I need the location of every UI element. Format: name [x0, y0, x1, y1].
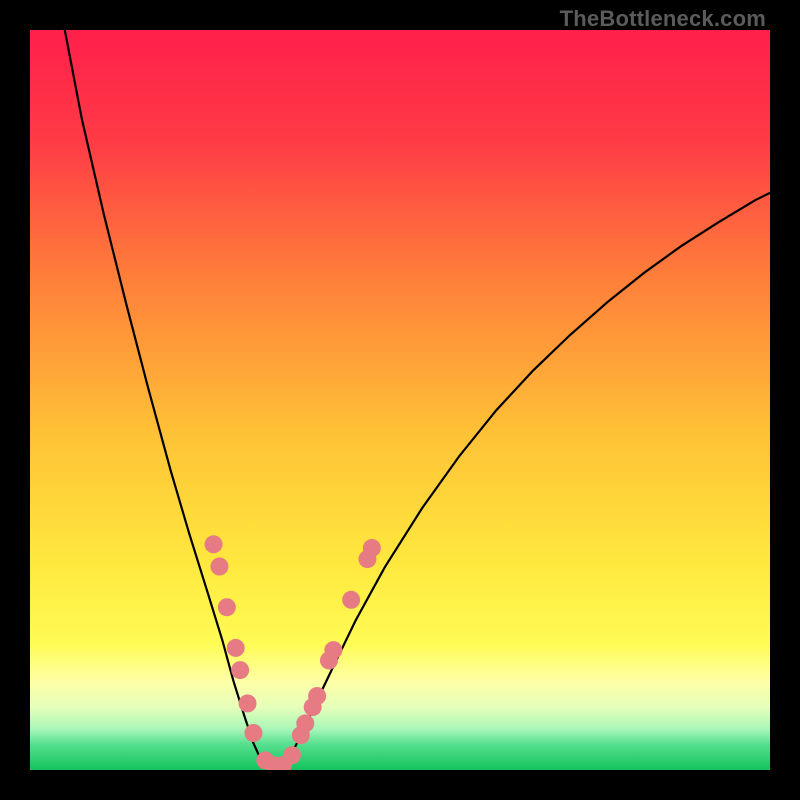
plot-area — [30, 30, 770, 770]
data-marker — [244, 724, 262, 742]
bottleneck-chart — [30, 30, 770, 770]
data-marker — [324, 641, 342, 659]
data-marker — [342, 591, 360, 609]
data-marker — [296, 714, 314, 732]
data-marker — [205, 535, 223, 553]
chart-frame: TheBottleneck.com — [0, 0, 800, 800]
watermark-text: TheBottleneck.com — [560, 6, 766, 32]
data-marker — [210, 558, 228, 576]
data-marker — [218, 598, 236, 616]
data-marker — [227, 639, 245, 657]
data-marker — [231, 661, 249, 679]
data-marker — [239, 694, 257, 712]
data-marker — [308, 687, 326, 705]
gradient-background — [30, 30, 770, 770]
data-marker — [283, 746, 301, 764]
data-marker — [363, 539, 381, 557]
